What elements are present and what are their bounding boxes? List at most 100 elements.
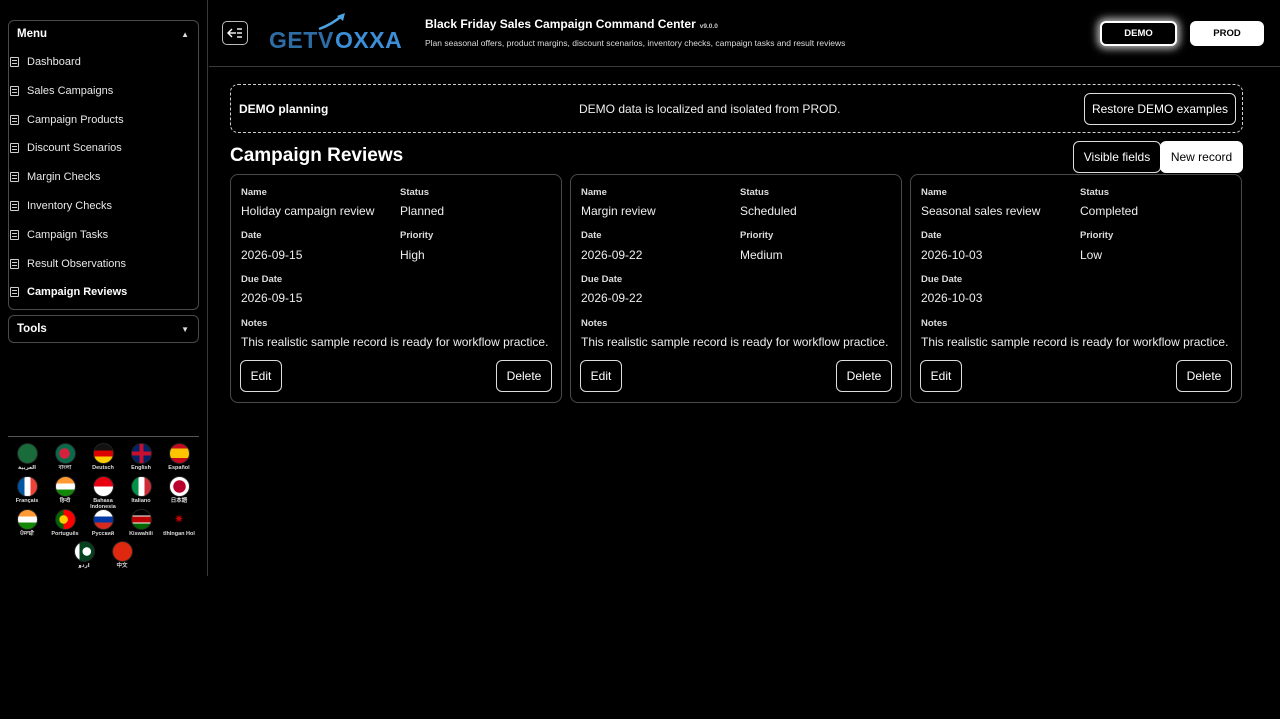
field-label-notes: Notes <box>241 318 268 329</box>
language-japanese[interactable]: 日本語 <box>163 476 195 504</box>
restore-demo-button[interactable]: Restore DEMO examples <box>1084 93 1236 125</box>
language-klingon[interactable]: ✷ tlhIngan Hol <box>163 509 195 537</box>
sidebar-item-label: Campaign Reviews <box>27 286 128 298</box>
language-bengali[interactable]: বাংলা <box>49 443 81 471</box>
app-title-text: Black Friday Sales Campaign Command Cent… <box>425 17 696 31</box>
language-swahili[interactable]: Kiswahili <box>125 509 157 537</box>
language-arabic[interactable]: العربية <box>11 443 43 471</box>
sidebar-item-label: Inventory Checks <box>27 200 112 212</box>
sidebar-item-discount-scenarios[interactable]: Discount Scenarios <box>10 142 122 154</box>
record-due-date: 2026-09-15 <box>241 291 303 305</box>
italy-flag-icon <box>130 476 152 497</box>
india-flag-icon <box>16 509 38 530</box>
sidebar-item-result-observations[interactable]: Result Observations <box>10 258 126 270</box>
record-status: Scheduled <box>740 204 797 218</box>
language-russian[interactable]: Русский <box>87 509 119 537</box>
record-due-date: 2026-09-22 <box>581 291 643 305</box>
record-due-date: 2026-10-03 <box>921 291 983 305</box>
language-spanish[interactable]: Español <box>163 443 195 471</box>
page-title: Campaign Reviews <box>230 145 404 166</box>
app-title: Black Friday Sales Campaign Command Cent… <box>425 17 718 31</box>
banner-message: DEMO data is localized and isolated from… <box>579 102 841 116</box>
record-notes: This realistic sample record is ready fo… <box>921 335 1229 349</box>
visible-fields-button[interactable]: Visible fields <box>1073 141 1161 173</box>
document-icon <box>10 57 19 67</box>
language-label: Français <box>15 498 39 504</box>
uk-flag-icon <box>130 443 152 464</box>
language-label: العربية <box>17 465 37 471</box>
sidebar-item-label: Result Observations <box>27 258 127 270</box>
field-label-due-date: Due Date <box>241 274 283 285</box>
language-english[interactable]: English <box>125 443 157 471</box>
field-label-priority: Priority <box>740 230 774 241</box>
sidebar-item-campaign-products[interactable]: Campaign Products <box>10 114 124 126</box>
document-icon <box>10 86 19 96</box>
sidebar-item-label: Discount Scenarios <box>27 142 122 154</box>
record-notes: This realistic sample record is ready fo… <box>241 335 549 349</box>
record-name: Margin review <box>581 204 656 218</box>
record-date: 2026-09-22 <box>581 248 643 262</box>
language-french[interactable]: Français <box>11 476 43 504</box>
sidebar-collapse-icon <box>227 28 242 38</box>
language-indonesian[interactable]: Bahasa Indonesia <box>87 476 119 510</box>
field-label-notes: Notes <box>921 318 948 329</box>
germany-flag-icon <box>92 443 114 464</box>
field-label-name: Name <box>241 187 267 198</box>
record-priority: Medium <box>740 248 783 262</box>
field-label-date: Date <box>921 230 942 241</box>
indonesia-flag-icon <box>92 476 114 497</box>
sidebar-item-inventory-checks[interactable]: Inventory Checks <box>10 200 112 212</box>
tools-toggle[interactable]: Tools ▼ <box>9 316 198 342</box>
sidebar-item-label: Campaign Tasks <box>27 229 109 241</box>
language-chinese[interactable]: 中文 <box>106 541 138 569</box>
delete-button[interactable]: Delete <box>1176 360 1232 392</box>
sidebar-item-label: Margin Checks <box>27 171 101 183</box>
edit-button[interactable]: Edit <box>920 360 962 392</box>
language-label: Kiswahili <box>129 531 153 537</box>
prod-env-button[interactable]: PROD <box>1190 21 1264 46</box>
record-date: 2026-10-03 <box>921 248 983 262</box>
language-label: اردو <box>78 563 90 569</box>
tools-panel: Tools ▼ <box>8 315 199 343</box>
edit-button[interactable]: Edit <box>240 360 282 392</box>
sidebar-item-campaign-reviews[interactable]: Campaign Reviews <box>10 286 127 298</box>
france-flag-icon <box>16 476 38 497</box>
delete-button[interactable]: Delete <box>836 360 892 392</box>
divider <box>8 436 199 437</box>
record-card: Name Status Seasonal sales review Comple… <box>910 174 1242 403</box>
language-urdu[interactable]: اردو <box>68 541 100 569</box>
demo-env-button[interactable]: DEMO <box>1100 21 1177 46</box>
collapse-sidebar-button[interactable] <box>222 21 248 45</box>
document-icon <box>10 115 19 125</box>
app-version: v9.0.0 <box>699 23 718 30</box>
bangladesh-flag-icon <box>54 443 76 464</box>
record-status: Completed <box>1080 204 1139 218</box>
sidebar-item-campaign-tasks[interactable]: Campaign Tasks <box>10 229 108 241</box>
sidebar-item-dashboard[interactable]: Dashboard <box>10 56 81 68</box>
language-german[interactable]: Deutsch <box>87 443 119 471</box>
portugal-flag-icon <box>54 509 76 530</box>
sidebar-item-margin-checks[interactable]: Margin Checks <box>10 171 100 183</box>
klingon-emblem-icon: ✷ <box>168 509 190 530</box>
language-label: Deutsch <box>92 465 114 471</box>
sidebar-item-label: Sales Campaigns <box>27 85 114 97</box>
language-portuguese[interactable]: Português <box>49 509 81 537</box>
document-icon <box>10 172 19 182</box>
getvoxxa-logo: GET V OXXA <box>269 13 402 53</box>
language-label: हिन्दी <box>59 498 71 504</box>
demo-banner: DEMO planning DEMO data is localized and… <box>230 84 1243 133</box>
menu-toggle[interactable]: Menu ▲ <box>9 21 198 47</box>
language-italian[interactable]: Italiano <box>125 476 157 504</box>
language-hindi[interactable]: हिन्दी <box>49 476 81 504</box>
language-punjabi[interactable]: ਪੰਜਾਬੀ <box>11 509 43 537</box>
new-record-button[interactable]: New record <box>1160 141 1243 173</box>
edit-button[interactable]: Edit <box>580 360 622 392</box>
delete-button[interactable]: Delete <box>496 360 552 392</box>
language-label: ਪੰਜਾਬੀ <box>20 531 34 537</box>
chevron-down-icon: ▼ <box>181 324 189 334</box>
russia-flag-icon <box>92 509 114 530</box>
sidebar-item-sales-campaigns[interactable]: Sales Campaigns <box>10 85 113 97</box>
field-label-status: Status <box>740 187 770 198</box>
field-label-notes: Notes <box>581 318 608 329</box>
language-label: Italiano <box>131 498 151 504</box>
